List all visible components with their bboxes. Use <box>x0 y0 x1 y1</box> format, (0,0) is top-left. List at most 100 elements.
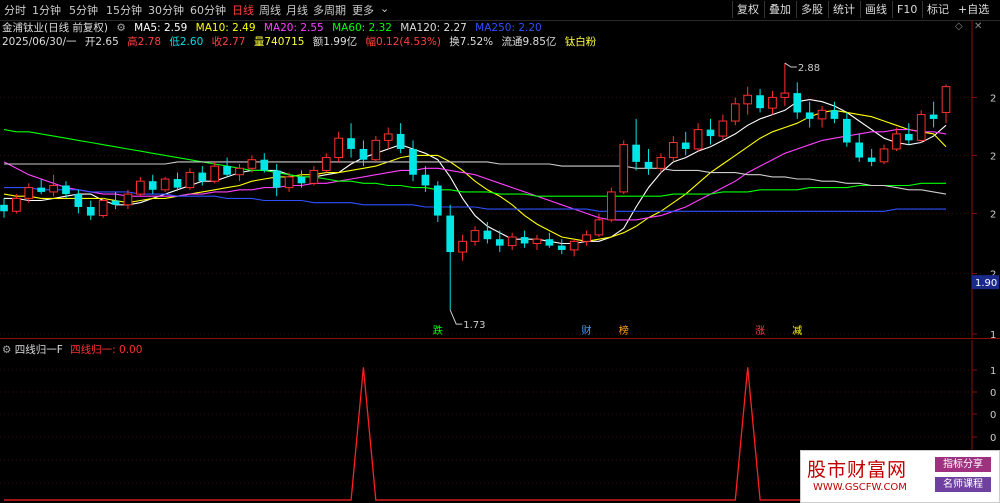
candle-body <box>569 240 579 251</box>
event-tag[interactable]: 榜 <box>619 324 629 337</box>
candle[interactable] <box>433 181 442 222</box>
annotation-label: 1.73 <box>463 320 485 331</box>
candle-body <box>235 167 244 176</box>
candle[interactable] <box>706 118 715 145</box>
event-tag[interactable]: 减 <box>792 325 802 337</box>
candle[interactable] <box>681 131 690 156</box>
candle[interactable] <box>545 232 554 248</box>
candle[interactable] <box>160 176 170 192</box>
candle[interactable] <box>632 118 640 171</box>
candle-body <box>718 120 728 137</box>
event-tag[interactable]: 财 <box>582 324 592 337</box>
candle-body <box>198 172 207 182</box>
candle[interactable] <box>743 86 753 115</box>
candle-body <box>780 92 790 98</box>
candle[interactable] <box>37 179 46 195</box>
ma-line-ma5 <box>4 99 947 245</box>
candle[interactable] <box>718 114 728 141</box>
candle-body <box>12 197 21 212</box>
candle-body <box>260 159 269 171</box>
candle[interactable] <box>916 110 926 143</box>
candle[interactable] <box>619 140 629 195</box>
candle[interactable] <box>780 63 790 106</box>
candle[interactable] <box>520 230 529 248</box>
y-tick-label: 2 <box>990 151 996 162</box>
candle[interactable] <box>805 101 814 128</box>
candle[interactable] <box>49 174 58 197</box>
candle[interactable] <box>260 153 269 173</box>
candle[interactable] <box>309 166 319 186</box>
watermark-url: WWW.GSCFW.COM <box>813 482 907 493</box>
candle-body <box>433 185 442 216</box>
candle[interactable] <box>458 234 467 261</box>
candle[interactable] <box>730 97 740 126</box>
event-tag[interactable]: 涨 <box>755 325 765 337</box>
candle-body <box>409 148 417 175</box>
candle[interactable] <box>98 198 108 218</box>
candle[interactable] <box>383 127 393 149</box>
candle[interactable] <box>817 106 827 128</box>
candle-body <box>483 230 492 240</box>
candle-body <box>223 166 231 175</box>
candle-body <box>582 234 591 242</box>
candle[interactable] <box>855 133 864 162</box>
candle[interactable] <box>223 157 231 177</box>
candle[interactable] <box>793 82 802 119</box>
candle[interactable] <box>235 164 244 182</box>
candle[interactable] <box>272 164 281 197</box>
candle[interactable] <box>693 123 703 152</box>
candle[interactable] <box>446 204 455 311</box>
candle[interactable] <box>867 148 876 167</box>
candle[interactable] <box>74 189 83 214</box>
candle[interactable] <box>173 172 182 190</box>
candle[interactable] <box>941 84 951 124</box>
candle-body <box>842 118 851 143</box>
candle-body <box>532 238 542 244</box>
candle[interactable] <box>210 161 220 184</box>
candle-body <box>805 112 814 119</box>
candle[interactable] <box>409 140 417 182</box>
candle-body <box>359 148 368 160</box>
candle[interactable] <box>0 198 8 218</box>
candle[interactable] <box>606 187 616 222</box>
candle[interactable] <box>892 127 901 152</box>
candle[interactable] <box>86 200 95 220</box>
candle[interactable] <box>12 194 21 214</box>
ma-line-ma120 <box>4 161 947 195</box>
candle[interactable] <box>135 176 145 197</box>
candle[interactable] <box>507 232 517 250</box>
candle[interactable] <box>668 136 678 162</box>
annotation-label: 2.88 <box>798 63 820 74</box>
candle[interactable] <box>334 131 344 162</box>
candle-body <box>173 179 182 188</box>
candle[interactable] <box>148 174 157 195</box>
candle[interactable] <box>321 153 331 173</box>
candle[interactable] <box>470 226 480 246</box>
sub-tick-label: 0 <box>990 433 996 444</box>
event-tag[interactable]: 跌 <box>433 324 443 337</box>
candle[interactable] <box>842 112 851 147</box>
y-tick-label: 1 <box>990 330 996 340</box>
candle[interactable] <box>557 239 566 255</box>
candle[interactable] <box>185 168 195 190</box>
candle[interactable] <box>756 88 764 113</box>
candle[interactable] <box>483 222 492 244</box>
candle-body <box>793 93 802 113</box>
candle-body <box>284 176 294 189</box>
candlestick-chart[interactable]: 2.881.73跌财榜涨减 222211.90 <box>0 0 1000 340</box>
candle[interactable] <box>879 144 889 164</box>
candle[interactable] <box>396 123 405 154</box>
candle[interactable] <box>768 90 777 115</box>
candle-body <box>62 185 70 195</box>
candle-body <box>681 142 690 149</box>
candle[interactable] <box>371 136 381 162</box>
candle[interactable] <box>929 101 938 128</box>
candle[interactable] <box>582 230 591 246</box>
candle[interactable] <box>644 148 653 175</box>
annotation-leader <box>449 309 463 325</box>
candle[interactable] <box>532 234 542 250</box>
candle[interactable] <box>569 239 579 257</box>
candle[interactable] <box>904 123 913 145</box>
candle[interactable] <box>347 123 355 158</box>
y-tick-label: 2 <box>990 209 996 220</box>
